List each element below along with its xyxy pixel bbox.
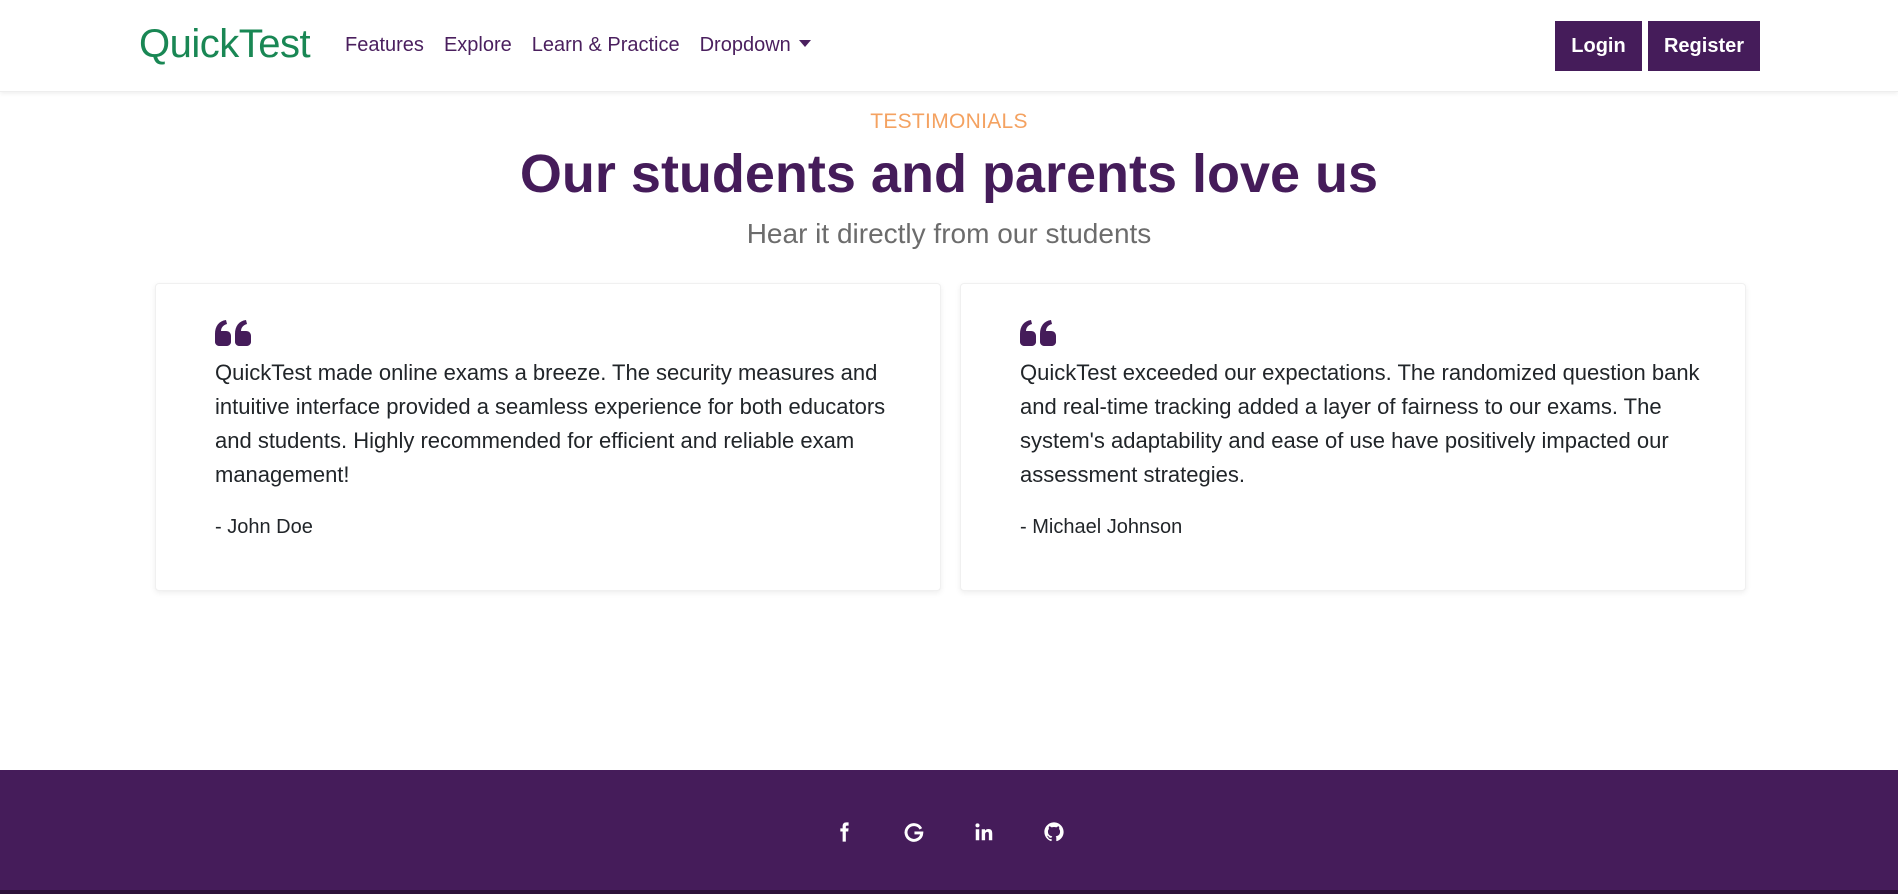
social-links [0, 820, 1898, 844]
google-icon[interactable] [902, 820, 926, 844]
facebook-icon[interactable] [832, 820, 856, 844]
nav-dropdown-toggle[interactable]: Dropdown [700, 34, 811, 57]
testimonial-quote: QuickTest exceeded our expectations. The… [1020, 360, 1700, 487]
testimonial-author: - Michael Johnson [1020, 516, 1183, 538]
brand-logo[interactable]: QuickTest [139, 22, 311, 67]
nav-link-features[interactable]: Features [345, 34, 424, 57]
github-icon[interactable] [1042, 820, 1066, 844]
register-button[interactable]: Register [1648, 21, 1760, 71]
testimonial-card: QuickTest exceeded our expectations. The… [960, 283, 1746, 591]
testimonial-author: - John Doe [215, 516, 313, 538]
navbar: QuickTest Features Explore Learn & Pract… [0, 0, 1898, 92]
quote-left-icon [1020, 320, 1056, 346]
login-button[interactable]: Login [1555, 21, 1642, 71]
nav-link-learn-practice[interactable]: Learn & Practice [532, 34, 680, 57]
nav-links: Features Explore Learn & Practice Dropdo… [345, 34, 811, 57]
nav-link-explore[interactable]: Explore [444, 34, 512, 57]
linkedin-icon[interactable] [972, 820, 996, 844]
caret-down-icon [798, 40, 811, 47]
section-subtitle: Hear it directly from our students [746, 218, 1152, 249]
section-title: Our students and parents love us [519, 144, 1379, 204]
footer [0, 770, 1898, 894]
section-eyebrow: TESTIMONIALS [870, 110, 1028, 133]
quote-left-icon [215, 320, 251, 346]
testimonial-card: QuickTest made online exams a breeze. Th… [155, 283, 941, 591]
testimonial-quote: QuickTest made online exams a breeze. Th… [215, 360, 886, 487]
nav-dropdown-label: Dropdown [699, 34, 791, 56]
